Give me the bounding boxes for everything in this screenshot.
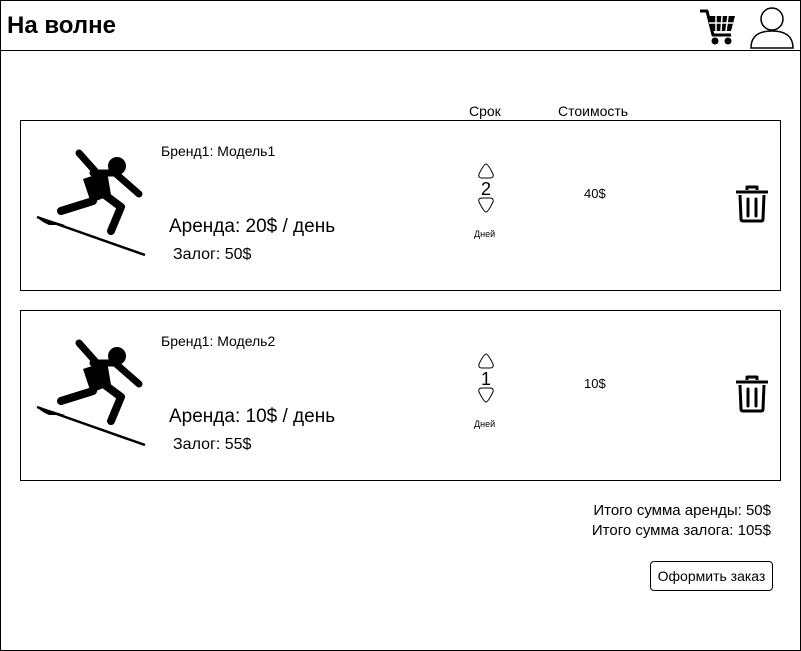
days-stepper: 1 — [475, 353, 497, 403]
trash-icon[interactable] — [736, 185, 768, 223]
column-header-term: Срок — [469, 103, 501, 119]
shopping-cart-icon[interactable] — [698, 7, 738, 47]
column-header-cost: Стоимость — [558, 103, 629, 119]
item-cost: 40$ — [584, 186, 606, 201]
checkout-button[interactable]: Оформить заказ — [650, 561, 773, 591]
header: На волне — [0, 0, 801, 51]
surfer-icon — [36, 149, 146, 257]
order-totals: Итого сумма аренды: 50$ Итого сумма зало… — [592, 501, 771, 541]
days-value[interactable]: 2 — [475, 180, 497, 198]
increment-arrow-icon[interactable] — [477, 163, 495, 179]
item-deposit: Залог: 50$ — [173, 246, 252, 263]
days-unit-label: Дней — [474, 419, 496, 429]
decrement-arrow-icon[interactable] — [477, 387, 495, 403]
increment-arrow-icon[interactable] — [477, 353, 495, 369]
days-stepper: 2 — [475, 163, 497, 213]
days-value[interactable]: 1 — [475, 370, 497, 388]
item-name: Бренд1: Модель2 — [161, 333, 276, 349]
total-rent: Итого сумма аренды: 50$ — [593, 502, 771, 519]
item-name: Бренд1: Модель1 — [161, 143, 276, 159]
cart-item-card: Бренд1: Модель1 Аренда: 20$ / день Залог… — [20, 120, 781, 291]
trash-icon[interactable] — [736, 375, 768, 413]
total-deposit: Итого сумма залога: 105$ — [591, 522, 771, 539]
surfer-icon — [36, 339, 146, 447]
item-rent-price: Аренда: 10$ / день — [169, 406, 336, 427]
user-profile-icon[interactable] — [749, 5, 795, 49]
decrement-arrow-icon[interactable] — [477, 197, 495, 213]
item-rent-price: Аренда: 20$ / день — [169, 216, 336, 237]
item-deposit: Залог: 55$ — [173, 436, 252, 453]
days-unit-label: Дней — [474, 229, 496, 239]
cart-item-card: Бренд1: Модель2 Аренда: 10$ / день Залог… — [20, 310, 781, 481]
item-cost: 10$ — [584, 376, 606, 391]
site-title: На волне — [7, 12, 116, 39]
